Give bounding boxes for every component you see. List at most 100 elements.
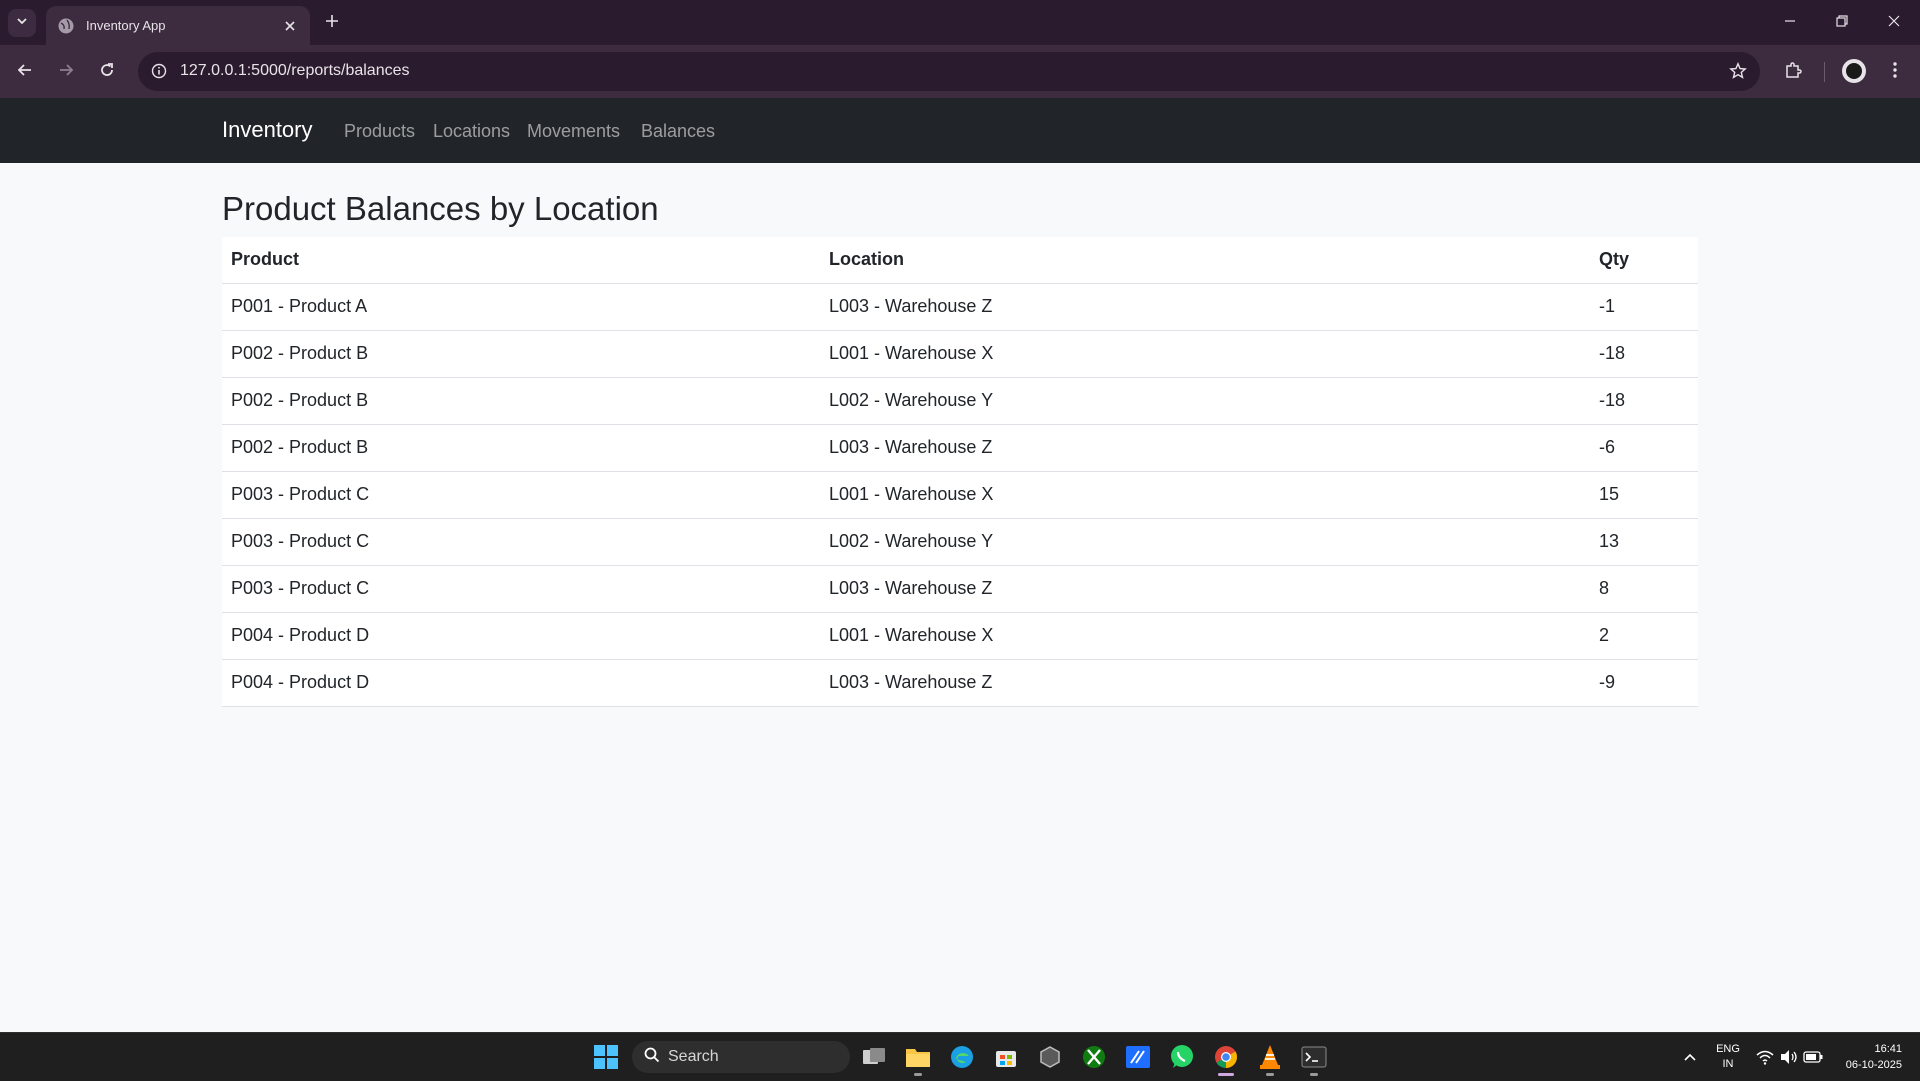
cell-product: P004 - Product D <box>222 612 820 660</box>
puzzle-icon <box>1784 61 1802 84</box>
chrome-icon[interactable] <box>1210 1041 1242 1076</box>
task-view-icon[interactable] <box>858 1041 890 1073</box>
column-header-qty: Qty <box>1590 236 1698 284</box>
chevron-down-icon <box>16 14 28 32</box>
arrow-right-icon <box>58 62 74 83</box>
cell-product: P002 - Product B <box>222 377 820 425</box>
url-text: 127.0.0.1:5000/reports/balances <box>180 62 410 79</box>
close-tab-icon[interactable] <box>276 12 304 40</box>
address-bar[interactable]: 127.0.0.1:5000/reports/balances <box>138 52 1760 91</box>
table-row: P002 - Product B L002 - Warehouse Y -18 <box>222 377 1698 425</box>
close-window-button[interactable] <box>1866 0 1920 45</box>
cell-product: P003 - Product C <box>222 518 820 566</box>
tab-search-button[interactable] <box>8 9 36 37</box>
balances-table: Product Location Qty P001 - Product A L0… <box>222 236 1698 707</box>
extensions-button[interactable] <box>1776 55 1810 89</box>
table-row: P004 - Product D L003 - Warehouse Z -9 <box>222 659 1698 707</box>
store-icon[interactable] <box>990 1041 1022 1073</box>
cell-qty: -1 <box>1590 283 1698 331</box>
language-code: ENG <box>1716 1043 1740 1055</box>
browser-tab-strip: Inventory App <box>0 0 1920 45</box>
app-icon[interactable] <box>1122 1041 1154 1073</box>
site-info-icon[interactable] <box>146 58 172 84</box>
wifi-icon[interactable] <box>1754 1041 1776 1073</box>
system-clock[interactable]: 16:41 06-10-2025 <box>1846 1041 1902 1073</box>
chrome-menu-button[interactable] <box>1878 55 1912 89</box>
file-explorer-icon[interactable] <box>902 1041 934 1076</box>
cell-qty: 15 <box>1590 471 1698 519</box>
minimize-icon <box>1784 14 1796 32</box>
column-header-location: Location <box>820 236 1590 284</box>
windows-taskbar: Search ENG IN 16:41 06-10-2025 <box>0 1032 1920 1081</box>
new-tab-button[interactable] <box>318 9 346 37</box>
minimize-button[interactable] <box>1762 0 1818 45</box>
nav-link-movements[interactable]: Movements <box>527 121 620 142</box>
table-row: P001 - Product A L003 - Warehouse Z -1 <box>222 283 1698 331</box>
cell-location: L002 - Warehouse Y <box>820 518 1590 566</box>
restore-button[interactable] <box>1814 0 1870 45</box>
cell-location: L001 - Warehouse X <box>820 471 1590 519</box>
restore-icon <box>1836 14 1848 32</box>
table-row: P003 - Product C L003 - Warehouse Z 8 <box>222 565 1698 613</box>
volume-icon[interactable] <box>1778 1041 1800 1073</box>
chevron-up-icon[interactable] <box>1674 1041 1706 1073</box>
reload-icon <box>99 62 115 83</box>
forward-button[interactable] <box>49 55 83 89</box>
reload-button[interactable] <box>90 55 124 89</box>
whatsapp-icon[interactable] <box>1166 1041 1198 1073</box>
browser-toolbar: 127.0.0.1:5000/reports/balances <box>0 45 1920 98</box>
cell-product: P003 - Product C <box>222 471 820 519</box>
edge-icon[interactable] <box>946 1041 978 1073</box>
cell-qty: 8 <box>1590 565 1698 613</box>
cell-location: L001 - Warehouse X <box>820 330 1590 378</box>
cell-location: L003 - Warehouse Z <box>820 283 1590 331</box>
browser-tab[interactable]: Inventory App <box>46 6 310 45</box>
plus-icon <box>325 14 339 33</box>
cell-product: P002 - Product B <box>222 330 820 378</box>
arrow-left-icon <box>17 62 33 83</box>
back-button[interactable] <box>8 55 42 89</box>
profile-avatar[interactable] <box>1842 59 1866 83</box>
table-row: P004 - Product D L001 - Warehouse X 2 <box>222 612 1698 660</box>
terminal-icon[interactable] <box>1298 1041 1330 1076</box>
nav-link-products[interactable]: Products <box>344 121 415 142</box>
region-code: IN <box>1722 1058 1734 1070</box>
tab-title: Inventory App <box>86 18 166 33</box>
app-icon[interactable] <box>1034 1041 1066 1073</box>
cell-qty: 13 <box>1590 518 1698 566</box>
nav-link-balances[interactable]: Balances <box>641 121 715 142</box>
cell-location: L003 - Warehouse Z <box>820 424 1590 472</box>
cell-location: L002 - Warehouse Y <box>820 377 1590 425</box>
nav-link-locations[interactable]: Locations <box>433 121 510 142</box>
close-icon <box>1888 14 1900 32</box>
page-title: Product Balances by Location <box>222 190 659 227</box>
cell-product: P003 - Product C <box>222 565 820 613</box>
globe-icon <box>56 16 76 36</box>
battery-icon[interactable] <box>1802 1041 1824 1073</box>
cell-qty: -18 <box>1590 330 1698 378</box>
table-row: P002 - Product B L003 - Warehouse Z -6 <box>222 424 1698 472</box>
table-row: P003 - Product C L002 - Warehouse Y 13 <box>222 518 1698 566</box>
taskbar-search[interactable]: Search <box>632 1041 850 1073</box>
search-icon <box>644 1047 660 1068</box>
windows-start-icon[interactable] <box>590 1041 622 1073</box>
cell-qty: -9 <box>1590 659 1698 707</box>
cell-qty: 2 <box>1590 612 1698 660</box>
vlc-icon[interactable] <box>1254 1041 1286 1076</box>
cell-product: P002 - Product B <box>222 424 820 472</box>
cell-product: P004 - Product D <box>222 659 820 707</box>
cell-product: P001 - Product A <box>222 283 820 331</box>
cell-qty: -6 <box>1590 424 1698 472</box>
cell-location: L003 - Warehouse Z <box>820 659 1590 707</box>
language-indicator[interactable]: ENG IN <box>1712 1042 1744 1072</box>
clock-time: 16:41 <box>1874 1043 1902 1055</box>
navbar-brand[interactable]: Inventory <box>222 117 313 143</box>
cell-location: L001 - Warehouse X <box>820 612 1590 660</box>
main-content: Product Balances by Location Product Loc… <box>222 163 1698 707</box>
search-label: Search <box>668 1048 719 1065</box>
app-navbar: Inventory Products Locations Movements B… <box>0 98 1920 163</box>
bookmark-star-icon[interactable] <box>1724 57 1752 85</box>
cell-location: L003 - Warehouse Z <box>820 565 1590 613</box>
cell-qty: -18 <box>1590 377 1698 425</box>
xbox-icon[interactable] <box>1078 1041 1110 1073</box>
